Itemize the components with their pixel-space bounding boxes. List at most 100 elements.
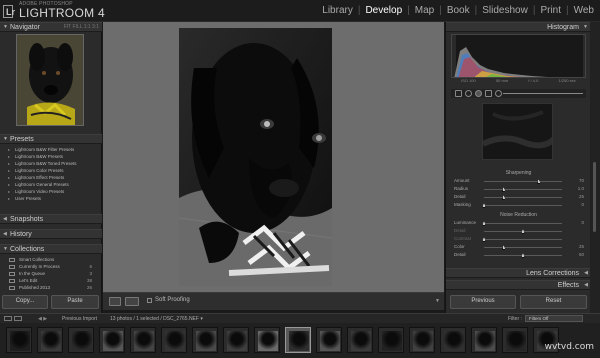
soft-proofing-checkbox[interactable] xyxy=(147,298,152,303)
slider-thumb[interactable] xyxy=(501,187,506,192)
filmstrip-thumbnail[interactable] xyxy=(192,327,218,353)
histogram-header[interactable]: Histogram ▼ xyxy=(446,22,591,32)
slider-value[interactable]: 0 xyxy=(581,220,584,225)
preset-folder[interactable]: Lightroom B&W Presets xyxy=(4,153,100,160)
copy-button[interactable]: Copy... xyxy=(2,295,48,309)
slider-track[interactable] xyxy=(484,187,562,192)
filmstrip-thumbnail[interactable] xyxy=(6,327,32,353)
preset-folder[interactable]: Lightroom General Presets xyxy=(4,181,100,188)
filmstrip-thumbnail[interactable] xyxy=(502,327,528,353)
filmstrip-thumbnail[interactable] xyxy=(161,327,187,353)
main-photo[interactable] xyxy=(179,28,332,286)
filmstrip-thumbnail[interactable] xyxy=(223,327,249,353)
navigator-preview[interactable] xyxy=(16,34,84,126)
histogram-graph[interactable] xyxy=(451,34,586,78)
slider-value[interactable]: 0 xyxy=(581,202,584,207)
slider-thumb[interactable] xyxy=(501,195,506,200)
slider-thumb[interactable] xyxy=(521,253,525,258)
crop-tool-icon[interactable] xyxy=(455,90,462,97)
collection-icon xyxy=(9,272,15,276)
paste-button[interactable]: Paste xyxy=(51,295,99,309)
presets-header[interactable]: ▼ Presets xyxy=(0,134,102,144)
filmstrip-thumbnail[interactable] xyxy=(285,327,311,353)
preset-folder[interactable]: Lightroom Color Presets xyxy=(4,167,100,174)
loupe-view-icon[interactable] xyxy=(109,297,121,306)
slider-thumb[interactable] xyxy=(536,179,541,184)
right-panel-scrollbar[interactable] xyxy=(590,22,600,313)
scrollbar-thumb[interactable] xyxy=(593,162,596,232)
preset-folder[interactable]: Lightroom B&W Toned Presets xyxy=(4,160,100,167)
history-header[interactable]: ◀ History xyxy=(0,229,102,239)
filmstrip-thumbnail[interactable] xyxy=(347,327,373,353)
module-web[interactable]: Web xyxy=(572,5,596,16)
slider-track[interactable] xyxy=(484,229,562,234)
filmstrip-selection-info[interactable]: 13 photos / 1 selected / DSC_2765.NEF ▾ xyxy=(110,316,203,322)
filmstrip-thumbnail[interactable] xyxy=(471,327,497,353)
collection-item[interactable]: Smart Collections xyxy=(4,256,100,263)
collection-item[interactable]: In the Queue 3 xyxy=(4,270,100,277)
second-window-icon[interactable] xyxy=(14,316,22,321)
module-develop[interactable]: Develop xyxy=(363,5,404,16)
reset-button[interactable]: Reset xyxy=(520,295,587,309)
navigator-header[interactable]: ▼ Navigator FIT FILL 1:1 3:1 xyxy=(0,22,102,32)
filmstrip-thumbnail[interactable] xyxy=(316,327,342,353)
module-map[interactable]: Map xyxy=(413,5,436,16)
slider-track[interactable] xyxy=(484,253,562,258)
toolbar-menu-arrow-icon[interactable]: ▼ xyxy=(435,298,440,304)
slider-track[interactable] xyxy=(482,221,562,226)
module-book[interactable]: Book xyxy=(445,5,472,16)
preset-folder[interactable]: User Presets xyxy=(4,195,100,202)
slider-track[interactable] xyxy=(484,195,562,200)
loupe-view[interactable] xyxy=(103,22,444,292)
slider-track[interactable] xyxy=(484,179,562,184)
tool-strip-slider[interactable] xyxy=(503,93,583,94)
collection-item[interactable]: Let's Edit 38 xyxy=(4,277,100,284)
filmstrip-thumbnail[interactable] xyxy=(68,327,94,353)
slider-track[interactable] xyxy=(482,237,562,242)
module-print[interactable]: Print xyxy=(538,5,563,16)
filmstrip-thumbnail[interactable] xyxy=(130,327,156,353)
slider-track[interactable] xyxy=(484,245,562,250)
previous-button[interactable]: Previous xyxy=(450,295,516,309)
slider-value[interactable]: 25 xyxy=(579,244,584,249)
slider-value[interactable]: 25 xyxy=(579,194,584,199)
before-after-icon[interactable] xyxy=(125,297,139,306)
develop-tool-strip xyxy=(451,89,586,98)
slider-thumb[interactable] xyxy=(482,237,486,242)
grid-view-icon[interactable] xyxy=(4,316,12,321)
filmstrip-thumbnail[interactable] xyxy=(440,327,466,353)
filmstrip-thumbnail[interactable] xyxy=(378,327,404,353)
collections-header[interactable]: ▼ Collections xyxy=(0,244,102,254)
detail-preview[interactable] xyxy=(482,103,553,160)
slider-track[interactable] xyxy=(482,203,562,208)
spot-removal-icon[interactable] xyxy=(465,90,472,97)
module-slideshow[interactable]: Slideshow xyxy=(480,5,530,16)
graduated-filter-icon[interactable] xyxy=(485,90,492,97)
filmstrip-thumbnail[interactable] xyxy=(99,327,125,353)
filmstrip-thumbnail[interactable] xyxy=(37,327,63,353)
filmstrip-source[interactable]: Previous Import xyxy=(62,316,97,322)
filmstrip-thumbnail[interactable] xyxy=(254,327,280,353)
slider-value[interactable]: 50 xyxy=(579,252,584,257)
adjustment-brush-icon[interactable] xyxy=(495,90,502,97)
collection-item[interactable]: Published 2013 26 xyxy=(4,284,100,291)
snapshots-header[interactable]: ◀ Snapshots xyxy=(0,214,102,224)
filmstrip-thumbnail[interactable] xyxy=(409,327,435,353)
slider-thumb[interactable] xyxy=(521,229,525,234)
slider-value[interactable]: 70 xyxy=(579,178,584,183)
filter-dropdown[interactable]: Filters Off xyxy=(525,315,583,322)
preset-folder[interactable]: Lightroom Video Presets xyxy=(4,188,100,195)
filmstrip-nav-arrows-icon[interactable]: ◀ ▶ xyxy=(38,316,47,322)
slider-value[interactable]: 1.0 xyxy=(578,186,584,191)
navigator-zoom-options[interactable]: FIT FILL 1:1 3:1 xyxy=(64,24,99,30)
red-eye-icon[interactable] xyxy=(475,90,482,97)
preset-folder[interactable]: Lightroom Effect Presets xyxy=(4,174,100,181)
lens-corrections-header[interactable]: Lens Corrections ◀ xyxy=(446,268,591,278)
collection-item[interactable]: Currently In Process 6 xyxy=(4,263,100,270)
preset-folder[interactable]: Lightroom B&W Filter Presets xyxy=(4,146,100,153)
module-library[interactable]: Library xyxy=(320,5,355,16)
slider-thumb[interactable] xyxy=(482,203,486,208)
effects-header[interactable]: Effects ◀ xyxy=(446,280,591,290)
slider-thumb[interactable] xyxy=(501,245,506,250)
slider-thumb[interactable] xyxy=(482,221,486,226)
